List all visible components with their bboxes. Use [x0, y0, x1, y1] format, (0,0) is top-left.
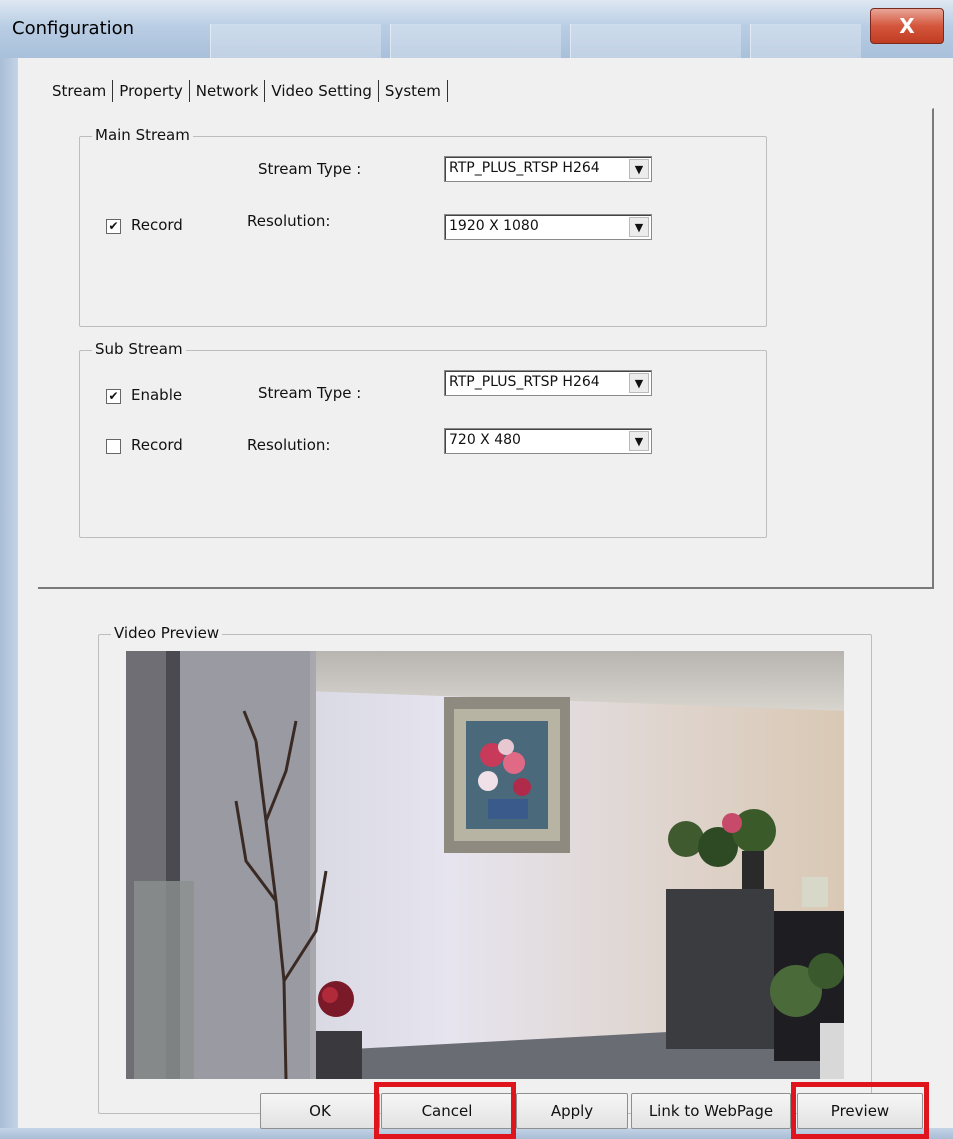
- chevron-down-icon: ▼: [629, 373, 649, 393]
- sub-record-checkbox[interactable]: [106, 439, 121, 454]
- tab-system[interactable]: System: [379, 80, 448, 102]
- sub-resolution-label: Resolution:: [247, 436, 331, 454]
- main-resolution-value: 1920 X 1080: [449, 218, 539, 234]
- window-frame-left: [0, 58, 18, 1139]
- sub-stream-type-value: RTP_PLUS_RTSP H264: [449, 374, 600, 390]
- chevron-down-icon: ▼: [629, 431, 649, 451]
- camera-frame-image: [126, 651, 844, 1079]
- close-button[interactable]: X: [870, 8, 944, 44]
- title-bar-glass: [210, 24, 381, 58]
- link-to-webpage-button[interactable]: Link to WebPage: [631, 1093, 791, 1129]
- close-icon: X: [899, 14, 915, 38]
- main-stream-type-select[interactable]: RTP_PLUS_RTSP H264 ▼: [444, 156, 652, 182]
- main-stream-type-label: Stream Type :: [258, 160, 362, 178]
- title-bar-glass: [570, 24, 741, 58]
- cancel-highlight-box: [374, 1082, 516, 1139]
- sub-stream-type-label: Stream Type :: [258, 384, 362, 402]
- main-record-checkbox[interactable]: ✔: [106, 219, 121, 234]
- title-bar-glass: [750, 24, 861, 58]
- sub-resolution-select[interactable]: 720 X 480 ▼: [444, 428, 652, 454]
- title-bar: Configuration X: [0, 0, 953, 58]
- tab-network[interactable]: Network: [190, 80, 266, 102]
- main-resolution-label: Resolution:: [247, 212, 331, 230]
- apply-button[interactable]: Apply: [516, 1093, 628, 1129]
- sub-resolution-value: 720 X 480: [449, 432, 521, 448]
- window-title: Configuration: [12, 18, 135, 39]
- preview-highlight-box: [791, 1082, 929, 1139]
- video-preview-legend: Video Preview: [111, 624, 223, 642]
- tab-property[interactable]: Property: [113, 80, 190, 102]
- tab-strip: Stream Property Network Video Setting Sy…: [52, 80, 448, 102]
- chevron-down-icon: ▼: [629, 217, 649, 237]
- main-resolution-select[interactable]: 1920 X 1080 ▼: [444, 214, 652, 240]
- main-stream-legend: Main Stream: [92, 126, 193, 144]
- sub-stream-type-select[interactable]: RTP_PLUS_RTSP H264 ▼: [444, 370, 652, 396]
- title-bar-glass: [390, 24, 561, 58]
- video-preview-feed: [126, 651, 844, 1079]
- ok-button[interactable]: OK: [260, 1093, 380, 1129]
- main-record-label: Record: [131, 216, 183, 234]
- sub-enable-label: Enable: [131, 386, 183, 404]
- sub-stream-legend: Sub Stream: [92, 340, 186, 358]
- tab-video-setting[interactable]: Video Setting: [265, 80, 379, 102]
- sub-enable-checkbox[interactable]: ✔: [106, 389, 121, 404]
- main-stream-type-value: RTP_PLUS_RTSP H264: [449, 160, 600, 176]
- tab-stream[interactable]: Stream: [52, 80, 114, 102]
- sub-record-label: Record: [131, 436, 183, 454]
- chevron-down-icon: ▼: [629, 159, 649, 179]
